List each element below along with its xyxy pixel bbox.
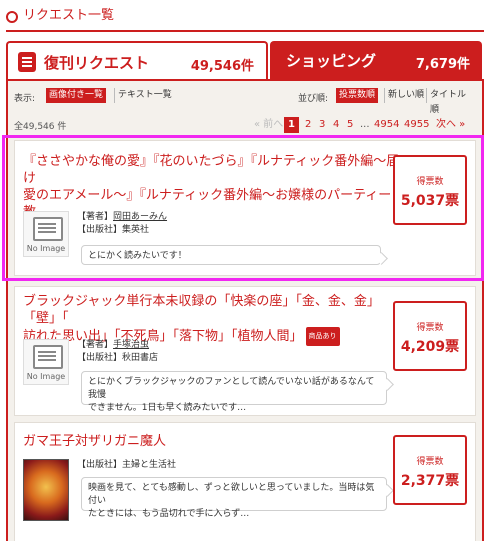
item-title-line: ガマ王子対ザリガニ魔人 bbox=[23, 434, 167, 449]
vote-label: 得票数 bbox=[416, 457, 444, 467]
view-with-image-button[interactable]: 画像付き一覧 bbox=[46, 88, 107, 103]
pager-page-3[interactable]: 3 bbox=[319, 117, 325, 133]
circle-bullet-icon bbox=[6, 11, 18, 23]
author-link[interactable]: 手塚治虫 bbox=[113, 340, 149, 350]
comment-text: たときには、もう品切れで手に入らず… bbox=[88, 509, 250, 519]
pager-next[interactable]: 次へ » bbox=[436, 117, 465, 133]
pager-page-4954[interactable]: 4954 bbox=[374, 117, 399, 133]
sort-label: 並び順: bbox=[298, 94, 329, 104]
tab-revival-label: 復刊リクエスト bbox=[44, 54, 150, 72]
sort-new-button[interactable]: 新しい順 bbox=[384, 88, 427, 103]
vote-count: 2,377票 bbox=[400, 473, 460, 489]
vote-count: 4,209票 bbox=[400, 339, 460, 355]
view-label: 表示: bbox=[14, 94, 36, 104]
pagination: « 前へ 1 2 3 4 5 ... 4954 4955 次へ » bbox=[254, 117, 482, 133]
selection-highlight bbox=[2, 135, 484, 281]
comment-text: できません。1日も早く読みたいです… bbox=[88, 403, 247, 413]
sort-title-button[interactable]: タイトル順 bbox=[426, 88, 474, 115]
pager-page-4955[interactable]: 4955 bbox=[404, 117, 429, 133]
request-item: ガマ王子対ザリガニ魔人 【出版社】主婦と生活社 映画を見て、とても感動し、ずっと… bbox=[14, 422, 476, 541]
view-options-row: 表示: 画像付き一覧 テキスト一覧 並び順: 投票数順 新しい順 タイトル順 bbox=[14, 88, 474, 115]
vote-label: 得票数 bbox=[416, 323, 444, 333]
comment-bubble: 映画を見て、とても感動し、ずっと欲しいと思っていました。当時は気付い たときには… bbox=[81, 477, 387, 519]
comment-text: 映画を見て、とても感動し、ずっと欲しいと思っていました。当時は気付い bbox=[88, 483, 375, 506]
tab-shopping[interactable]: ショッピング 7,679件 bbox=[270, 41, 482, 81]
vote-count-box: 得票数 4,209票 bbox=[393, 301, 467, 371]
publisher-label: 【出版社】 bbox=[77, 353, 123, 363]
item-meta: 【出版社】主婦と生活社 bbox=[77, 459, 176, 472]
item-title-line: ブラックジャック単行本未収録の「快楽の座」「金、金、金」「壁」「 bbox=[23, 294, 380, 326]
publisher-label: 【出版社】 bbox=[77, 460, 123, 470]
item-meta: 【著者】手塚治虫 【出版社】秋田書店 bbox=[77, 339, 158, 365]
tab-shopping-label: ショッピング bbox=[286, 52, 377, 70]
item-title-link[interactable]: ガマ王子対ザリガニ魔人 bbox=[23, 433, 403, 450]
no-image-thumbnail[interactable]: No Image bbox=[23, 339, 69, 385]
author-label: 【著者】 bbox=[77, 340, 114, 350]
no-image-label: No Image bbox=[26, 372, 66, 381]
pager-current-page: 1 bbox=[284, 117, 299, 133]
view-text-only-button[interactable]: テキスト一覧 bbox=[114, 88, 175, 103]
sort-votes-button[interactable]: 投票数順 bbox=[336, 88, 379, 103]
pager-page-5[interactable]: 5 bbox=[347, 117, 353, 133]
pager-page-2[interactable]: 2 bbox=[305, 117, 311, 133]
pager-prev: « 前へ bbox=[254, 119, 284, 130]
in-stock-badge: 商品あり bbox=[305, 327, 340, 346]
request-item: ブラックジャック単行本未収録の「快楽の座」「金、金、金」「壁」「 訪れた思い出」… bbox=[14, 286, 476, 416]
book-hand-icon bbox=[18, 52, 36, 72]
comment-bubble: とにかくブラックジャックのファンとして読んでいない話があるなんて我慢 できません… bbox=[81, 371, 387, 413]
vote-count-box: 得票数 2,377票 bbox=[393, 435, 467, 505]
tab-shopping-count: 7,679件 bbox=[415, 57, 470, 72]
comment-text: とにかくブラックジャックのファンとして読んでいない話があるなんて我慢 bbox=[88, 377, 375, 400]
tab-revival-request[interactable]: 復刊リクエスト 49,546件 bbox=[6, 41, 268, 81]
book-cover-image[interactable] bbox=[23, 459, 69, 521]
publisher-name: 主婦と生活社 bbox=[122, 460, 177, 470]
result-count: 全49,546 件 bbox=[14, 122, 67, 132]
tab-revival-count: 49,546件 bbox=[190, 59, 254, 74]
book-icon bbox=[33, 345, 63, 369]
page-title: リクエスト一覧 bbox=[23, 8, 115, 23]
page-header: リクエスト一覧 bbox=[6, 8, 484, 32]
pager-page-4[interactable]: 4 bbox=[333, 117, 339, 133]
publisher-name: 秋田書店 bbox=[122, 353, 159, 363]
pager-ellipsis: ... bbox=[360, 119, 370, 130]
